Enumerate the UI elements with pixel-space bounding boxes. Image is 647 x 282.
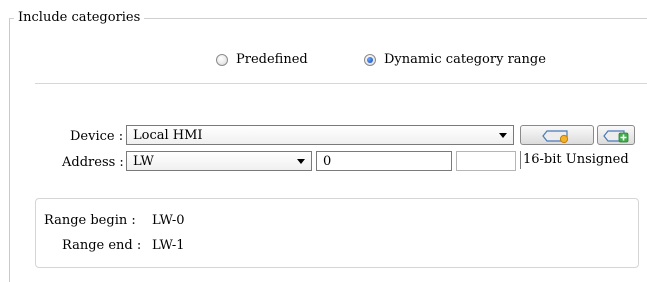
radio-predefined-label: Predefined [236,52,308,67]
range-end-value: LW-1 [152,238,185,253]
chevron-down-icon [499,133,507,138]
range-end-label: Range end : [62,238,142,253]
category-mode-radio-group: Predefined Dynamic category range [0,51,647,71]
address-format-label: 16-bit Unsigned [520,151,629,169]
range-info-box [35,198,639,268]
device-dropdown-value: Local HMI [133,128,203,143]
edit-device-button[interactable] [520,125,594,145]
radio-dynamic-label: Dynamic category range [384,52,546,67]
address-label: Address : [62,155,124,170]
group-title: Include categories [14,9,145,27]
address-type-dropdown[interactable]: LW [126,151,312,171]
add-device-icon [603,130,629,143]
radio-dynamic-circle[interactable] [364,54,376,66]
radio-predefined-circle[interactable] [216,54,228,66]
address-extra-field[interactable] [456,151,516,171]
address-offset-value: 0 [323,154,332,169]
radio-dynamic-category-range[interactable]: Dynamic category range [364,51,546,69]
chevron-down-icon [297,159,305,164]
range-begin-label: Range begin : [44,213,136,228]
device-label: Device : [70,129,124,144]
address-offset-input[interactable]: 0 [316,151,452,171]
add-device-button[interactable] [597,125,635,145]
device-dropdown[interactable]: Local HMI [126,125,514,145]
range-begin-value: LW-0 [152,213,185,228]
address-type-value: LW [133,154,154,169]
section-separator [35,83,647,84]
radio-predefined[interactable]: Predefined [216,51,308,69]
edit-device-icon [542,130,569,144]
